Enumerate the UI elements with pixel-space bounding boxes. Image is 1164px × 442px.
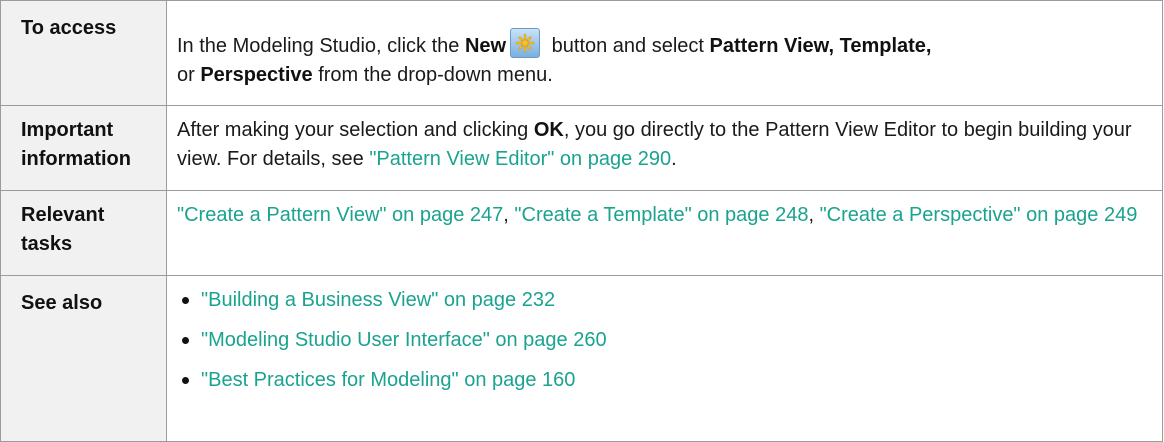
content-cell: In the Modeling Studio, click the New bu… [166,0,1163,106]
content-cell: "Create a Pattern View" on page 247, "Cr… [166,190,1163,276]
ok-button-name: OK [533,119,564,141]
text-segment: After making your selection and clicking [177,119,534,141]
text-segment: In the Modeling Studio, click the [177,35,465,57]
row-to-access: To access In the Modeling Studio, click … [0,0,1163,106]
new-star-icon [510,28,541,58]
create-perspective-link[interactable]: "Create a Perspective" on page 249 [820,204,1138,226]
list-item: "Best Practices for Modeling" on page 16… [177,366,1148,406]
row-label: Relevant tasks [21,204,105,255]
text-segment: or [177,64,201,86]
create-template-link[interactable]: "Create a Template" on page 248 [514,204,808,226]
link-separator: , [503,204,515,226]
important-description: After making your selection and clicking… [167,106,1162,174]
see-also-content: "Building a Business View" on page 232 "… [167,276,1162,406]
access-description: In the Modeling Studio, click the New bu… [167,1,1162,90]
text-segment: button and select [546,35,710,57]
row-label: See also [21,292,103,314]
bullet-icon [182,297,189,304]
create-pattern-view-link[interactable]: "Create a Pattern View" on page 247 [177,204,503,226]
menu-option-name: Template, [839,35,932,57]
menu-option-name: Perspective [200,64,313,86]
modeling-studio-ui-link[interactable]: "Modeling Studio User Interface" on page… [201,329,607,351]
list-item: "Building a Business View" on page 232 [177,286,1148,326]
row-label: To access [21,17,117,39]
row-label: Important information [21,119,131,170]
info-table: To access In the Modeling Studio, click … [0,0,1163,442]
label-cell: See also [0,275,167,442]
row-see-also: See also "Building a Business View" on p… [0,275,1163,442]
menu-option-name: Pattern View, [709,35,835,57]
best-practices-link[interactable]: "Best Practices for Modeling" on page 16… [201,369,575,391]
list-item: "Modeling Studio User Interface" on page… [177,326,1148,366]
link-separator: , [808,204,820,226]
row-important-information: Important information After making your … [0,105,1163,191]
new-button-name: New [464,35,507,57]
text-segment: . [671,148,677,170]
label-cell: Relevant tasks [0,190,167,276]
tasks-links: "Create a Pattern View" on page 247, "Cr… [167,191,1162,230]
see-also-list: "Building a Business View" on page 232 "… [177,286,1148,406]
bullet-icon [182,377,189,384]
pattern-view-editor-link[interactable]: "Pattern View Editor" on page 290 [369,148,671,170]
content-cell: After making your selection and clicking… [166,105,1163,191]
content-cell: "Building a Business View" on page 232 "… [166,275,1163,442]
bullet-icon [182,337,189,344]
building-business-view-link[interactable]: "Building a Business View" on page 232 [201,289,555,311]
label-cell: Important information [0,105,167,191]
text-segment: from the drop-down menu. [312,64,553,86]
row-relevant-tasks: Relevant tasks "Create a Pattern View" o… [0,190,1163,276]
label-cell: To access [0,0,167,106]
